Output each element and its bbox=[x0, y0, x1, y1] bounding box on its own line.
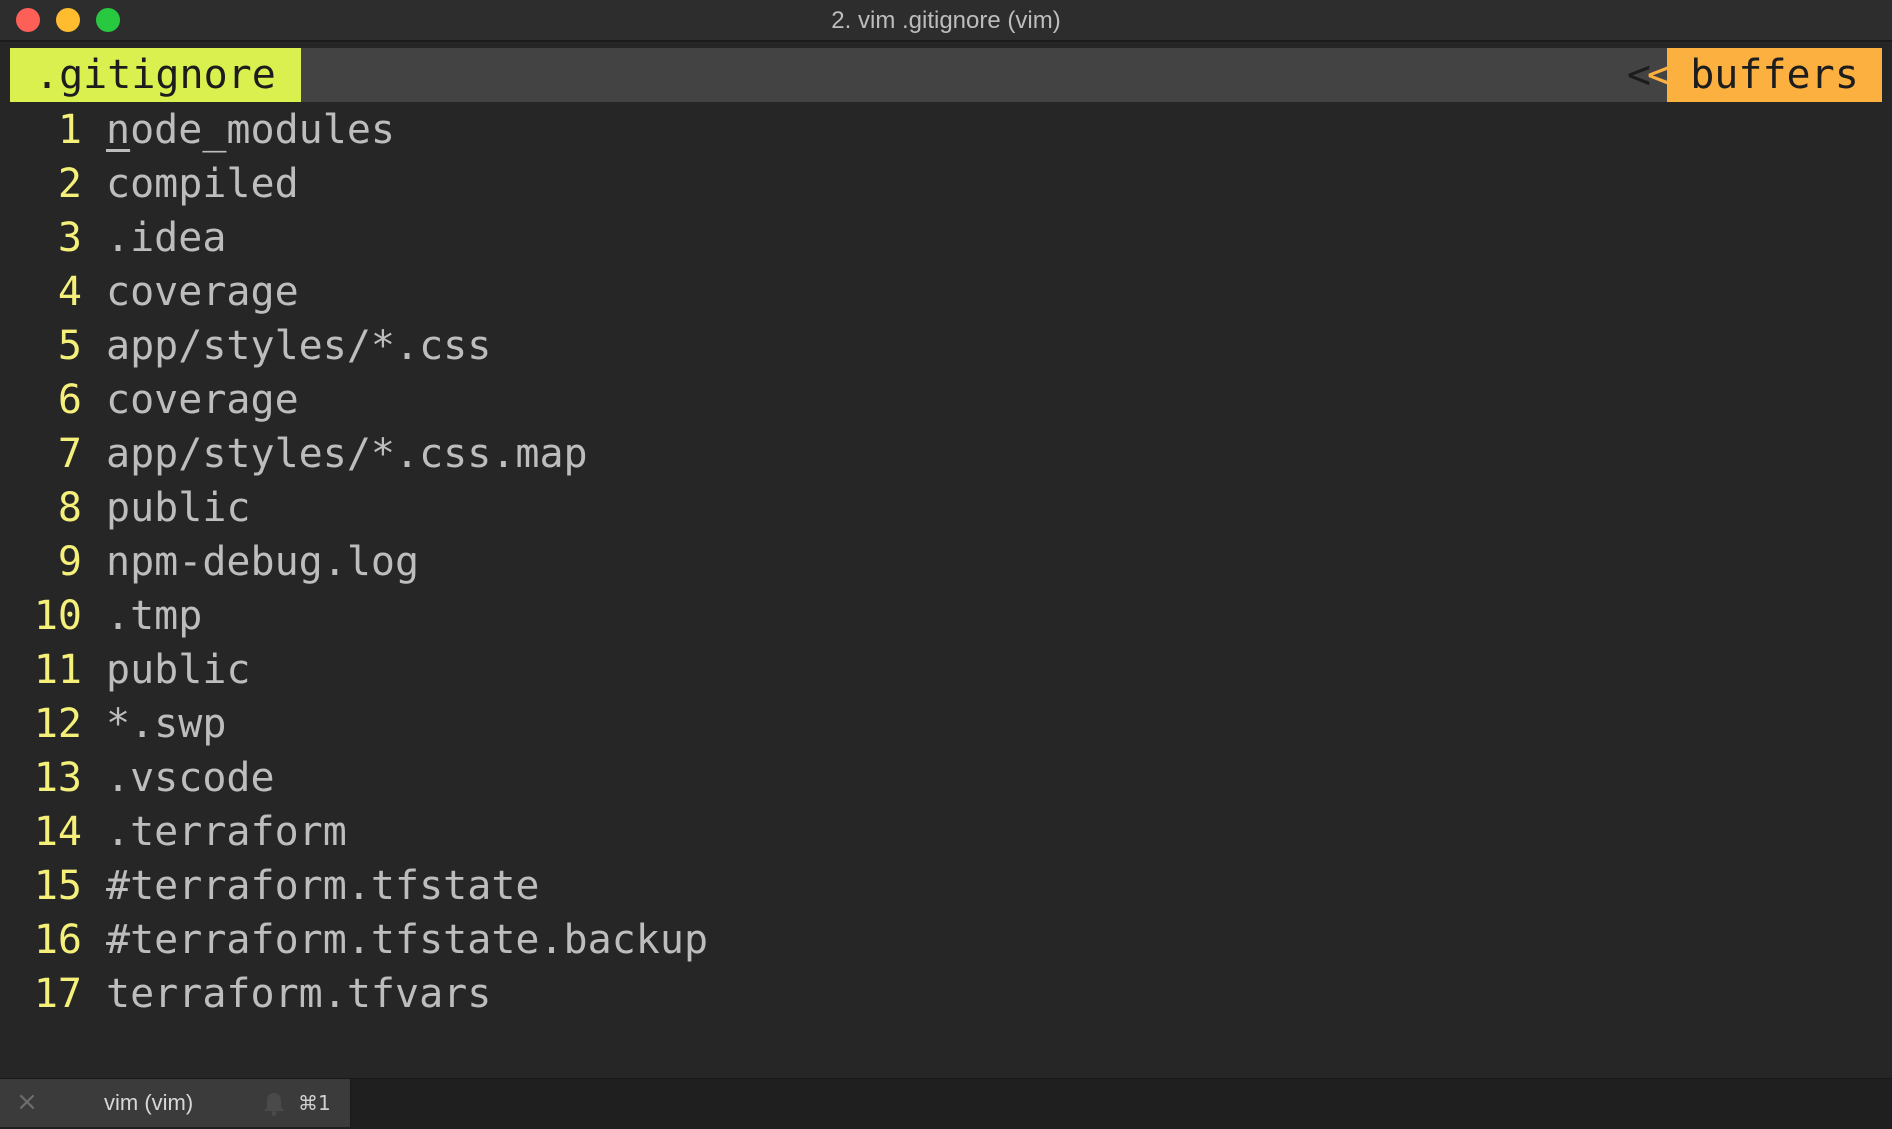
line-number: 4 bbox=[57, 269, 82, 315]
line-text[interactable]: app/styles/*.css.map bbox=[106, 427, 588, 481]
line-text[interactable]: coverage bbox=[106, 265, 299, 319]
terminal-tab-bar: × vim (vim) ⌘1 bbox=[0, 1078, 1892, 1129]
tab-shortcut: ⌘1 bbox=[298, 1091, 331, 1115]
editor-line[interactable]: 14 .terraform bbox=[0, 805, 1892, 859]
buffers-separator-arrow-accent: < bbox=[1646, 52, 1671, 98]
editor-line[interactable]: 3 .idea bbox=[0, 211, 1892, 265]
line-number: 6 bbox=[57, 377, 82, 423]
editor-line[interactable]: 2 compiled bbox=[0, 157, 1892, 211]
line-text[interactable]: compiled bbox=[106, 157, 299, 211]
terminal-tab[interactable]: × vim (vim) ⌘1 bbox=[0, 1079, 351, 1127]
line-number: 1 bbox=[57, 107, 82, 153]
editor-line[interactable]: 1 node_modules bbox=[0, 103, 1892, 157]
editor-line[interactable]: 6 coverage bbox=[0, 373, 1892, 427]
line-number: 14 bbox=[33, 809, 82, 855]
vim-tabline: .gitignore << buffers bbox=[10, 48, 1882, 102]
line-text[interactable]: public bbox=[106, 643, 251, 697]
line-number: 11 bbox=[33, 647, 82, 693]
line-text[interactable]: *.swp bbox=[106, 697, 226, 751]
editor-line[interactable]: 5 app/styles/*.css bbox=[0, 319, 1892, 373]
buffers-separator: << bbox=[1626, 48, 1671, 102]
terminal-window: 2. vim .gitignore (vim) .gitignore << bu… bbox=[0, 0, 1892, 1129]
title-bar: 2. vim .gitignore (vim) bbox=[0, 0, 1892, 42]
line-number: 5 bbox=[57, 323, 82, 369]
line-text[interactable]: terraform.tfvars bbox=[106, 967, 491, 1021]
line-text[interactable]: #terraform.tfstate bbox=[106, 859, 539, 913]
line-number: 9 bbox=[57, 539, 82, 585]
editor-line[interactable]: 4 coverage bbox=[0, 265, 1892, 319]
line-number: 15 bbox=[33, 863, 82, 909]
line-text[interactable]: node_modules bbox=[106, 103, 395, 157]
line-text[interactable]: npm-debug.log bbox=[106, 535, 419, 589]
terminal-tab-label: vim (vim) bbox=[104, 1090, 194, 1115]
line-text[interactable]: coverage bbox=[106, 373, 299, 427]
editor-line[interactable]: 10 .tmp bbox=[0, 589, 1892, 643]
editor-line[interactable]: 16 #terraform.tfstate.backup bbox=[0, 913, 1892, 967]
line-number: 7 bbox=[57, 431, 82, 477]
editor-line[interactable]: 15 #terraform.tfstate bbox=[0, 859, 1892, 913]
editor-line[interactable]: 11 public bbox=[0, 643, 1892, 697]
line-number: 3 bbox=[57, 215, 82, 261]
line-text[interactable]: #terraform.tfstate.backup bbox=[106, 913, 708, 967]
line-text[interactable]: public bbox=[106, 481, 251, 535]
line-number: 10 bbox=[33, 593, 82, 639]
editor-buffer[interactable]: 1 node_modules 2 compiled 3 .idea 4 coverage 5 ap… bbox=[0, 103, 1892, 1021]
line-number: 13 bbox=[33, 755, 82, 801]
line-number: 16 bbox=[33, 917, 82, 963]
editor-line[interactable]: 12 *.swp bbox=[0, 697, 1892, 751]
buffers-label[interactable]: buffers bbox=[1667, 48, 1882, 102]
bell-icon bbox=[264, 1093, 284, 1116]
window-title: 2. vim .gitignore (vim) bbox=[831, 7, 1061, 34]
buffers-separator-arrow: < bbox=[1626, 52, 1651, 98]
line-number: 2 bbox=[57, 161, 82, 207]
line-number: 12 bbox=[33, 701, 82, 747]
line-text[interactable]: .vscode bbox=[106, 751, 275, 805]
tab-gitignore[interactable]: .gitignore bbox=[10, 48, 301, 102]
line-number: 17 bbox=[33, 971, 82, 1017]
editor-line[interactable]: 8 public bbox=[0, 481, 1892, 535]
line-number: 8 bbox=[57, 485, 82, 531]
editor-line[interactable]: 13 .vscode bbox=[0, 751, 1892, 805]
close-icon[interactable]: × bbox=[14, 1089, 40, 1115]
editor-line[interactable]: 9 npm-debug.log bbox=[0, 535, 1892, 589]
line-text[interactable]: app/styles/*.css bbox=[106, 319, 491, 373]
line-text[interactable]: .tmp bbox=[106, 589, 202, 643]
editor-line[interactable]: 7 app/styles/*.css.map bbox=[0, 427, 1892, 481]
line-text[interactable]: .idea bbox=[106, 211, 226, 265]
line-text[interactable]: .terraform bbox=[106, 805, 347, 859]
editor-line[interactable]: 17 terraform.tfvars bbox=[0, 967, 1892, 1021]
